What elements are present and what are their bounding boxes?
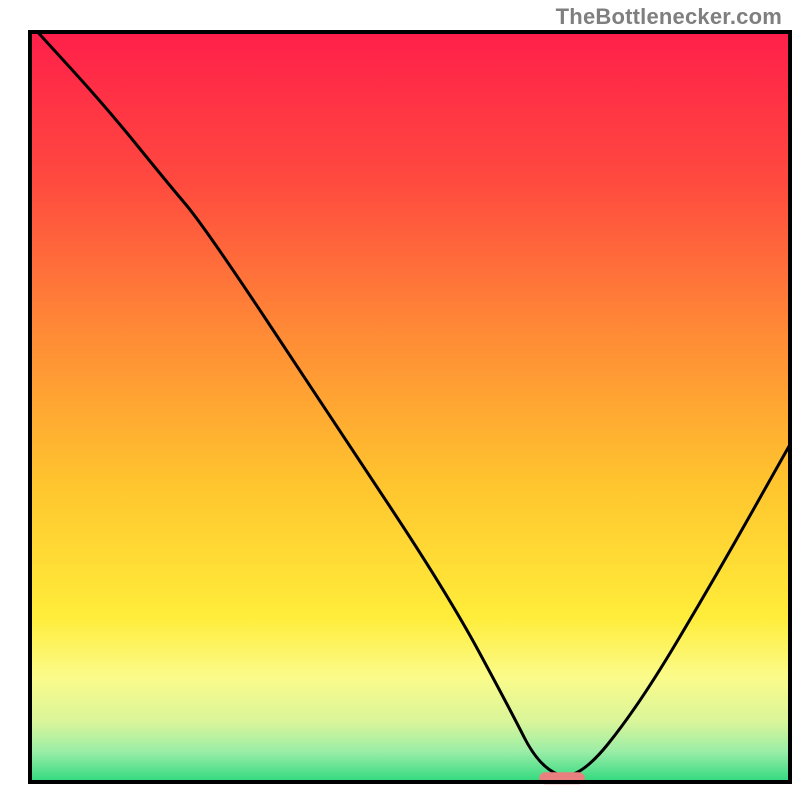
plot-background	[30, 32, 790, 782]
chart-container: TheBottleneсker.com	[0, 0, 800, 800]
bottleneck-chart	[0, 0, 800, 800]
